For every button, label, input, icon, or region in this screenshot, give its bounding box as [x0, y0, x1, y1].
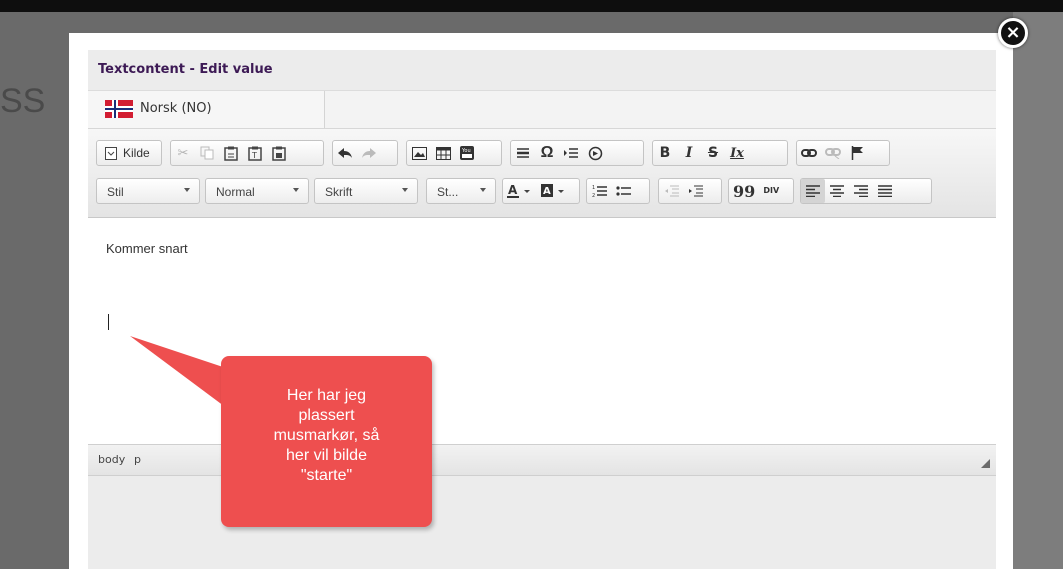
source-icon	[97, 141, 121, 165]
styles-dropdown-label: Stil	[107, 185, 124, 199]
link-group	[796, 140, 890, 166]
edit-value-dialog: Textcontent - Edit value Norsk (NO) Kild…	[69, 33, 1013, 569]
table-icon[interactable]	[431, 141, 455, 165]
remove-format-button[interactable]: Ix	[725, 141, 749, 165]
special-insert-group: Ω	[510, 140, 644, 166]
backdrop-right-strip	[1013, 12, 1063, 569]
chevron-down-icon	[480, 188, 486, 192]
indent-group	[658, 178, 722, 204]
svg-text:A: A	[508, 184, 518, 197]
language-tabs: Norsk (NO)	[88, 91, 996, 129]
numbered-list-icon[interactable]: 12	[587, 179, 611, 203]
image-icon[interactable]	[407, 141, 431, 165]
div-container-button[interactable]: DIV	[759, 179, 783, 203]
top-black-bar	[0, 0, 1063, 12]
insert-group: You	[406, 140, 502, 166]
align-right-icon[interactable]	[849, 179, 873, 203]
font-size-dropdown[interactable]: St...	[426, 178, 496, 204]
redo-icon[interactable]	[357, 141, 381, 165]
styles-dropdown[interactable]: Stil	[96, 178, 200, 204]
align-center-icon[interactable]	[825, 179, 849, 203]
format-dropdown-label: Normal	[216, 185, 255, 199]
svg-text:You: You	[461, 148, 471, 154]
alignment-group	[800, 178, 932, 204]
source-button[interactable]: Kilde	[96, 140, 162, 166]
annotation-callout: Her har jeg plassert musmarkør, så her v…	[221, 356, 432, 527]
strikethrough-button[interactable]: S	[701, 141, 725, 165]
bulleted-list-icon[interactable]	[611, 179, 635, 203]
svg-text:A: A	[543, 186, 551, 197]
indent-icon[interactable]	[683, 179, 707, 203]
callout-text: Her har jeg plassert musmarkør, så her v…	[273, 387, 380, 484]
iframe-icon[interactable]	[583, 141, 607, 165]
path-item-p[interactable]: p	[134, 453, 141, 466]
resize-handle-icon[interactable]	[981, 459, 990, 468]
dialog-title: Textcontent - Edit value	[98, 62, 273, 77]
block-group: 99 DIV	[728, 178, 794, 204]
format-dropdown[interactable]: Normal	[205, 178, 309, 204]
path-item-body[interactable]: body	[98, 453, 125, 466]
background-page-text: SS	[0, 82, 46, 120]
svg-text:T: T	[251, 151, 257, 160]
svg-text:1: 1	[592, 185, 595, 191]
svg-text:2: 2	[592, 193, 595, 198]
italic-button[interactable]: I	[677, 141, 701, 165]
paste-icon[interactable]	[219, 141, 243, 165]
special-character-icon[interactable]: Ω	[535, 141, 559, 165]
tab-norsk-label: Norsk (NO)	[140, 101, 212, 116]
outdent-icon[interactable]	[659, 179, 683, 203]
clipboard-group: ✂ T	[170, 140, 324, 166]
undo-icon[interactable]	[333, 141, 357, 165]
close-icon[interactable]: ×	[998, 18, 1028, 48]
dialog-title-bar: Textcontent - Edit value	[88, 50, 996, 91]
editor-toolbar: Kilde ✂ T You Ω B I S Ix Stil Normal Skr…	[88, 129, 996, 218]
paste-text-icon[interactable]: T	[243, 141, 267, 165]
list-group: 12	[586, 178, 650, 204]
norway-flag-icon	[105, 100, 133, 118]
background-color-button[interactable]: A	[537, 179, 571, 203]
font-size-dropdown-label: St...	[437, 185, 459, 199]
paste-word-icon[interactable]	[267, 141, 291, 165]
horizontal-rule-icon[interactable]	[511, 141, 535, 165]
undo-redo-group	[332, 140, 398, 166]
copy-icon[interactable]	[195, 141, 219, 165]
font-dropdown-label: Skrift	[325, 185, 353, 199]
text-style-group: B I S Ix	[652, 140, 788, 166]
tab-norsk[interactable]: Norsk (NO)	[88, 91, 325, 128]
text-cursor	[108, 314, 109, 330]
editor-text[interactable]: Kommer snart	[106, 241, 188, 256]
chevron-down-icon	[293, 188, 299, 192]
anchor-flag-icon[interactable]	[845, 141, 869, 165]
color-group: A A	[502, 178, 580, 204]
blockquote-button[interactable]: 99	[729, 179, 759, 203]
font-dropdown[interactable]: Skrift	[314, 178, 418, 204]
link-icon[interactable]	[797, 141, 821, 165]
page-break-icon[interactable]	[559, 141, 583, 165]
youtube-icon[interactable]: You	[455, 141, 479, 165]
align-left-icon[interactable]	[801, 179, 825, 203]
align-justify-icon[interactable]	[873, 179, 897, 203]
cut-icon[interactable]: ✂	[171, 141, 195, 165]
chevron-down-icon	[402, 188, 408, 192]
unlink-icon[interactable]	[821, 141, 845, 165]
text-color-button[interactable]: A	[503, 179, 537, 203]
chevron-down-icon	[184, 188, 190, 192]
source-label: Kilde	[123, 146, 150, 160]
bold-button[interactable]: B	[653, 141, 677, 165]
